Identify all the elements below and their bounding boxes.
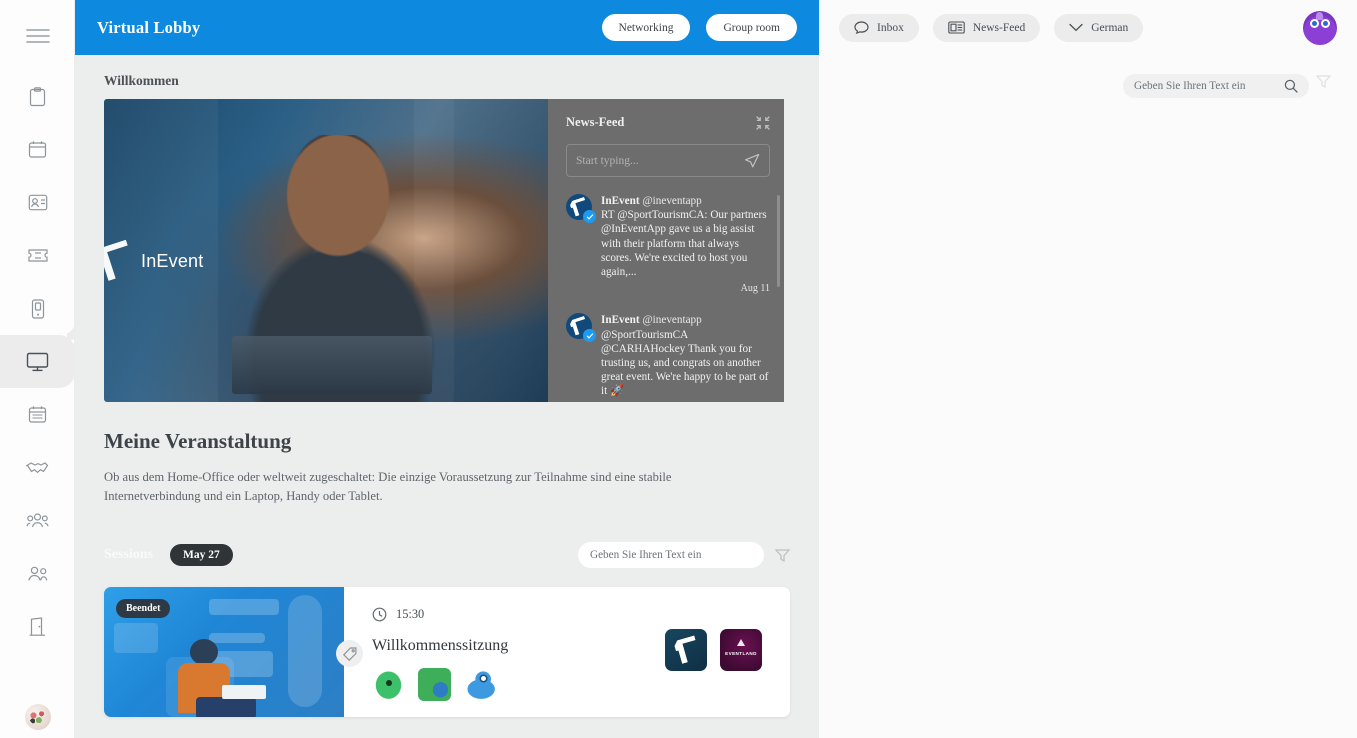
news-feed-post-text: @SportTourismCA @CARHAHockey Thank you f…: [601, 328, 769, 398]
topbar-actions: Networking Group room: [601, 14, 797, 41]
left-sidebar: [0, 0, 75, 738]
session-sponsor-logos: EVENTLAND: [665, 629, 762, 671]
clock-icon: [372, 607, 387, 622]
inevent-avatar-icon: [566, 194, 596, 223]
sessions-label: Sessions: [104, 547, 154, 562]
sessions-date-badge[interactable]: May 27: [170, 544, 233, 566]
news-feed-post-author: InEvent @ineventapp: [601, 195, 702, 207]
verified-badge-icon: [583, 329, 596, 343]
session-card[interactable]: Beendet 15:30 Willkommenssitzung EVENTLA…: [104, 587, 790, 717]
news-feed-post[interactable]: InEvent @ineventapp RT @SportTourismCA: …: [566, 194, 770, 296]
filter-funnel-icon[interactable]: [775, 548, 790, 563]
language-selector[interactable]: German: [1054, 13, 1144, 42]
session-details: 15:30 Willkommenssitzung EVENTLAND: [344, 587, 790, 717]
sessions-search-input[interactable]: [590, 549, 752, 561]
hamburger-menu-icon[interactable]: [0, 16, 75, 56]
blue-worm-avatar: [464, 668, 497, 701]
newspaper-icon: [948, 21, 965, 34]
eventland-logo-text: EVENTLAND: [725, 651, 757, 656]
session-time-row: 15:30: [372, 607, 790, 622]
green-cyclops-avatar: [372, 668, 405, 701]
news-feed-post-body: InEvent @ineventapp RT @SportTourismCA: …: [601, 194, 770, 296]
welcome-label: Willkommen: [104, 73, 179, 88]
hero-section: InEvent News-Feed Start typing... InEven…: [104, 99, 790, 402]
sidebar-item-virtual-lobby[interactable]: [0, 335, 75, 388]
page-title: Virtual Lobby: [97, 17, 201, 37]
news-feed-composer[interactable]: [566, 144, 770, 177]
session-status-badge: Beendet: [116, 599, 171, 618]
paper-plane-icon[interactable]: [744, 153, 760, 169]
inevent-logo-icon[interactable]: [665, 629, 707, 671]
verified-badge-icon: [583, 210, 596, 223]
avatar: [24, 704, 51, 730]
news-feed-label: News-Feed: [972, 21, 1026, 34]
sidebar-items: [0, 70, 75, 653]
hero-logo-text: InEvent: [141, 250, 204, 271]
news-feed-header: News-Feed: [566, 115, 770, 130]
news-feed-post-author: InEvent @ineventapp: [601, 314, 702, 327]
lobby-topbar: Virtual Lobby Networking Group room: [75, 0, 819, 55]
sponsors-search-input[interactable]: [1134, 80, 1284, 92]
session-time: 15:30: [396, 607, 425, 621]
news-feed-scrollbar[interactable]: [777, 195, 780, 287]
news-feed-post-text: RT @SportTourismCA: Our partners @InEven…: [601, 209, 767, 279]
news-feed-input[interactable]: [576, 154, 744, 167]
event-description: Ob aus dem Home-Office oder weltweit zug…: [104, 470, 672, 503]
hero-brand-logo: InEvent: [104, 244, 203, 278]
hero-laptop: [232, 336, 432, 394]
session-attendee-avatars: [372, 668, 790, 701]
collapse-arrows-icon[interactable]: [756, 115, 770, 130]
eventland-logo-icon[interactable]: EVENTLAND: [720, 629, 762, 671]
chat-bubble-icon: [854, 20, 869, 35]
inevent-logo-icon: [104, 240, 136, 283]
sidebar-item-calendar[interactable]: [0, 123, 75, 176]
sidebar-item-attendees[interactable]: [0, 494, 75, 547]
sidebar-item-company[interactable]: [0, 600, 75, 653]
sidebar-item-sponsors[interactable]: [0, 441, 75, 494]
inevent-avatar-icon: [566, 313, 596, 343]
astronaut-earth-avatar: [418, 668, 451, 701]
hero-image: InEvent: [104, 99, 548, 402]
inbox-button[interactable]: Inbox: [839, 13, 919, 42]
language-label: German: [1091, 21, 1129, 34]
sessions-toolbar: Sessions May 27: [75, 506, 819, 568]
group-room-button[interactable]: Group room: [706, 14, 797, 41]
sidebar-item-id-badge[interactable]: [0, 176, 75, 229]
networking-button[interactable]: Networking: [601, 14, 691, 41]
main-column: Virtual Lobby Networking Group room Will…: [75, 0, 819, 738]
session-thumbnail: Beendet: [104, 587, 344, 717]
news-feed-post-body: InEvent @ineventapp @SportTourismCA @CAR…: [601, 313, 770, 398]
user-avatar[interactable]: [1303, 10, 1337, 45]
sessions-search[interactable]: [578, 542, 764, 568]
center-content: Willkommen InEvent News-Feed Start typin…: [75, 55, 819, 738]
right-panel: Inbox News-Feed German Geben Sie Ihren T…: [819, 0, 1357, 738]
sidebar-item-agenda[interactable]: [0, 388, 75, 441]
sidebar-item-clipboard[interactable]: [0, 70, 75, 123]
inbox-label: Inbox: [877, 21, 904, 34]
sidebar-user-avatar[interactable]: [24, 704, 51, 730]
event-title: Meine Veranstaltung: [104, 429, 292, 453]
news-feed-button[interactable]: News-Feed: [932, 13, 1041, 42]
news-feed-panel: News-Feed Start typing... InEvent @ineve…: [548, 99, 784, 402]
news-feed-post-date: Aug 11: [740, 283, 770, 295]
search-icon[interactable]: [1284, 79, 1298, 93]
news-feed-post[interactable]: InEvent @ineventapp @SportTourismCA @CAR…: [566, 313, 770, 398]
filter-funnel-icon[interactable]: [1316, 74, 1331, 89]
sponsors-search[interactable]: [1123, 74, 1309, 98]
right-topbar: Inbox News-Feed German: [819, 0, 1357, 55]
sidebar-item-team[interactable]: [0, 547, 75, 600]
virtual-lobby-app: Virtual Lobby Networking Group room Will…: [0, 0, 1357, 738]
chevron-down-icon: [1069, 23, 1083, 32]
tag-icon[interactable]: [336, 640, 363, 667]
news-feed-title: News-Feed: [566, 115, 625, 129]
sidebar-item-ticket[interactable]: [0, 229, 75, 282]
